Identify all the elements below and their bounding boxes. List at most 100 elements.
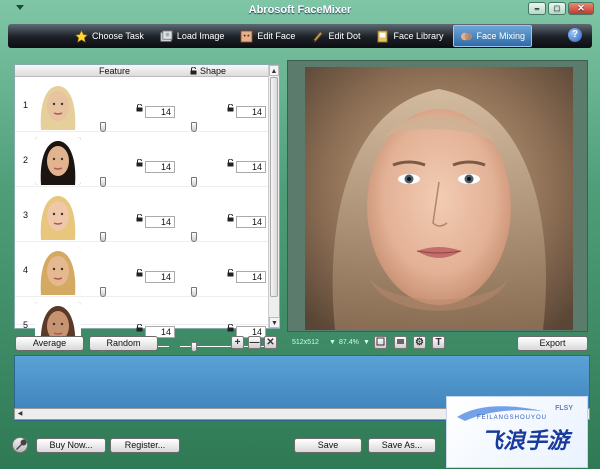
main-toolbar: Choose Task Load Image Edit Face Edit Do… xyxy=(8,24,592,48)
preview-panel xyxy=(287,60,588,332)
zoom-level-text[interactable]: 87.4% xyxy=(339,339,359,346)
mixed-face-preview[interactable] xyxy=(305,67,573,330)
shape-weight-input[interactable]: 14 xyxy=(236,106,266,118)
feature-weight-input[interactable]: 14 xyxy=(145,216,175,228)
shape-lock-icon[interactable] xyxy=(227,269,234,277)
face-thumbnail[interactable] xyxy=(35,82,81,130)
shape-weight-input[interactable]: 14 xyxy=(236,216,266,228)
shape-lock-icon[interactable] xyxy=(227,159,234,167)
toolbar-face-library[interactable]: Face Library xyxy=(369,25,450,47)
app-window: Abrosoft FaceMixer – □ ✕ Choose Task Loa… xyxy=(0,0,600,469)
system-menu-icon[interactable] xyxy=(16,5,24,10)
face-row[interactable]: 3 14 14 xyxy=(15,187,279,242)
face-row-number: 1 xyxy=(23,100,29,110)
face-row[interactable]: 5 14 14 xyxy=(15,297,279,352)
watermark-sub-text: FEILANGSHOUYOU xyxy=(477,415,548,421)
scroll-left-arrow-icon[interactable]: ◀ xyxy=(15,409,25,419)
face-thumbnail[interactable] xyxy=(35,192,81,240)
edit-dot-icon xyxy=(312,30,324,43)
text-tool-button[interactable]: T xyxy=(432,336,445,349)
face-row-number: 5 xyxy=(23,320,29,330)
scroll-down-arrow-icon[interactable]: ▼ xyxy=(269,317,280,328)
save-button[interactable]: Save xyxy=(294,438,362,453)
toolbar-edit-dot[interactable]: Edit Dot xyxy=(304,25,367,47)
settings-button[interactable]: ⚙ xyxy=(413,336,426,349)
shape-slider-thumb[interactable] xyxy=(191,287,197,297)
feature-slider-thumb[interactable] xyxy=(100,122,106,132)
background-button[interactable] xyxy=(394,336,407,349)
toolbar-label: Face Mixing xyxy=(476,31,526,41)
shape-column-header: Shape xyxy=(200,66,227,76)
feature-lock-icon[interactable] xyxy=(136,214,143,222)
feature-lock-icon[interactable] xyxy=(136,269,143,277)
face-list-scrollbar[interactable]: ▲ ▼ xyxy=(268,65,280,328)
maximize-button[interactable]: □ xyxy=(548,2,566,15)
remove-face-button[interactable]: — xyxy=(248,336,261,349)
fit-view-icon xyxy=(376,337,385,346)
scroll-thumb[interactable] xyxy=(270,77,278,297)
clear-faces-button[interactable]: ✕ xyxy=(264,336,277,349)
toolbar-face-mixing[interactable]: Face Mixing xyxy=(452,25,533,47)
shape-slider-thumb[interactable] xyxy=(191,177,197,187)
face-list-header: Feature Shape xyxy=(15,65,279,77)
toolbar-label: Edit Dot xyxy=(328,31,361,41)
toolbar-edit-face[interactable]: Edit Face xyxy=(233,25,302,47)
shape-weight-input[interactable]: 14 xyxy=(236,161,266,173)
toolbar-label: Choose Task xyxy=(92,31,144,41)
face-row-number: 3 xyxy=(23,210,29,220)
watermark-top-text: FLSY xyxy=(555,405,573,412)
face-thumbnail[interactable] xyxy=(35,137,81,185)
face-row[interactable]: 4 14 14 xyxy=(15,242,279,297)
feature-weight-input[interactable]: 14 xyxy=(145,106,175,118)
window-title: Abrosoft FaceMixer xyxy=(248,4,352,16)
face-library-icon xyxy=(377,29,389,43)
help-icon[interactable]: ? xyxy=(568,28,582,42)
title-bar: Abrosoft FaceMixer – □ ✕ xyxy=(0,0,600,20)
average-button[interactable]: Average xyxy=(15,336,84,351)
shape-slider-thumb[interactable] xyxy=(191,122,197,132)
feature-lock-icon[interactable] xyxy=(136,324,143,332)
add-face-button[interactable]: + xyxy=(231,336,244,349)
feature-slider-thumb[interactable] xyxy=(100,232,106,242)
feature-weight-input[interactable]: 14 xyxy=(145,271,175,283)
edit-face-icon xyxy=(240,29,253,43)
background-icon xyxy=(397,339,404,344)
face-row-number: 4 xyxy=(23,265,29,275)
close-button[interactable]: ✕ xyxy=(568,2,594,15)
toolbar-load-image[interactable]: Load Image xyxy=(153,25,232,47)
feature-weight-input[interactable]: 14 xyxy=(145,161,175,173)
toolbar-label: Face Library xyxy=(393,31,444,41)
wrench-icon[interactable] xyxy=(12,437,28,453)
feature-lock-icon[interactable] xyxy=(136,104,143,112)
shape-weight-input[interactable]: 14 xyxy=(236,271,266,283)
watermark-main-text: 飞浪手游 xyxy=(481,429,570,454)
shape-lock-icon[interactable] xyxy=(227,324,234,332)
shape-slider-thumb[interactable] xyxy=(191,232,197,242)
face-row[interactable]: 1 14 14 xyxy=(15,77,279,132)
watermark-logo: FLSY FEILANGSHOUYOU 飞浪手游 xyxy=(446,396,588,468)
buy-now-button[interactable]: Buy Now... xyxy=(36,438,106,453)
shape-lock-icon[interactable] xyxy=(227,214,234,222)
face-thumbnail[interactable] xyxy=(35,247,81,295)
face-list-panel: Feature Shape 1 14 14 2 14 14 3 14 14 4 14 14 5 14 14 … xyxy=(14,64,280,352)
save-as-button[interactable]: Save As... xyxy=(368,438,436,453)
feature-slider-thumb[interactable] xyxy=(100,177,106,187)
face-mixing-icon xyxy=(460,32,472,40)
fit-view-button[interactable] xyxy=(374,336,387,349)
feature-slider-thumb[interactable] xyxy=(100,287,106,297)
minimize-button[interactable]: – xyxy=(528,2,546,15)
toolbar-choose-task[interactable]: Choose Task xyxy=(68,25,151,47)
face-row[interactable]: 2 14 14 xyxy=(15,132,279,187)
zoom-dropdown-icon[interactable]: ▼ xyxy=(329,339,336,346)
feature-lock-icon[interactable] xyxy=(136,159,143,167)
random-button[interactable]: Random xyxy=(89,336,158,351)
shape-lock-icon[interactable] xyxy=(227,104,234,112)
text-icon: T xyxy=(435,337,442,348)
feature-column-header: Feature xyxy=(99,66,131,76)
image-size-text: 512x512 xyxy=(292,339,319,346)
scroll-up-arrow-icon[interactable]: ▲ xyxy=(269,65,279,76)
export-button[interactable]: Export xyxy=(517,336,588,351)
zoom-chevron-down-icon[interactable]: ▼ xyxy=(363,339,370,346)
shape-slider-thumb[interactable] xyxy=(191,342,197,352)
register-button[interactable]: Register... xyxy=(110,438,180,453)
